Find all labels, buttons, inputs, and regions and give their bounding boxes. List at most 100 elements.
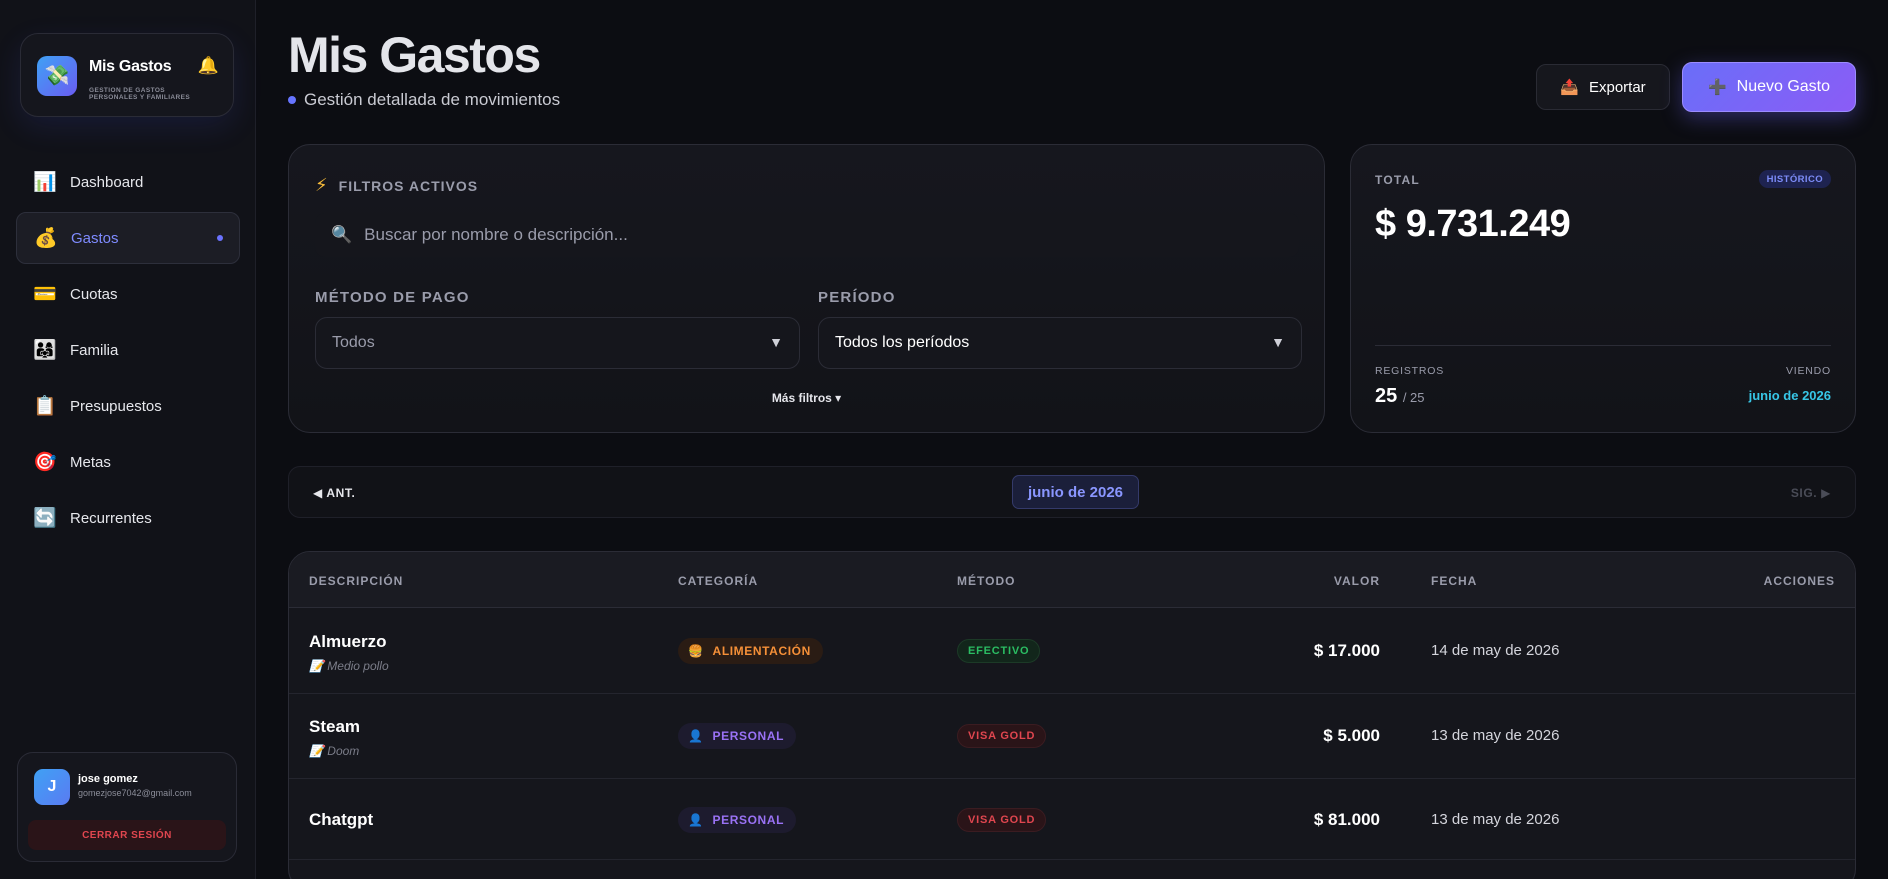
expense-note: 📝 Medio pollo bbox=[309, 659, 389, 673]
credit-card-icon: 💳 bbox=[33, 283, 57, 305]
prev-month-button[interactable]: ◀ ANT. bbox=[313, 486, 355, 500]
viewing-value: junio de 2026 bbox=[1748, 388, 1831, 403]
page-title: Mis Gastos bbox=[288, 27, 541, 83]
filters-panel: ⚡ FILTROS ACTIVOS 🔍 MÉTODO DE PAGO Todos… bbox=[288, 144, 1325, 433]
sidebar-item-label: Cuotas bbox=[70, 285, 118, 303]
expense-name: Chatgpt bbox=[309, 810, 374, 829]
burger-icon: 🍔 bbox=[688, 644, 704, 658]
sidebar-item-presupuestos[interactable]: 📋 Presupuestos bbox=[16, 380, 240, 432]
repeat-icon: 🔄 bbox=[33, 507, 57, 529]
plus-icon: ➕ bbox=[1707, 79, 1727, 96]
category-label: PERSONAL bbox=[712, 813, 785, 827]
sidebar-item-label: Recurrentes bbox=[70, 509, 152, 527]
person-icon: 👤 bbox=[688, 813, 704, 827]
method-badge: VISA GOLD bbox=[957, 808, 1047, 832]
sidebar-item-label: Metas bbox=[70, 453, 111, 471]
category-badge: 👤 PERSONAL bbox=[678, 807, 797, 833]
records-total: / 25 bbox=[1402, 390, 1425, 405]
period-select[interactable]: Todos los períodos ▼ bbox=[818, 317, 1302, 369]
period-value: Todos los períodos bbox=[835, 334, 970, 351]
sidebar-item-dashboard[interactable]: 📊 Dashboard bbox=[16, 156, 240, 208]
family-icon: 👨‍👩‍👧 bbox=[33, 339, 57, 361]
expense-name: Steam bbox=[309, 717, 361, 736]
category-label: ALIMENTACIÓN bbox=[712, 644, 811, 658]
total-value: $ 9.731.249 bbox=[1375, 203, 1571, 245]
export-button[interactable]: 📤 Exportar bbox=[1536, 64, 1670, 110]
brand-title: Mis Gastos bbox=[89, 58, 172, 75]
chart-icon: 📊 bbox=[33, 171, 57, 193]
sidebar-item-label: Gastos bbox=[71, 229, 119, 247]
avatar[interactable]: J bbox=[34, 769, 70, 805]
sidebar-item-recurrentes[interactable]: 🔄 Recurrentes bbox=[16, 492, 240, 544]
category-badge: 🍔 ALIMENTACIÓN bbox=[678, 638, 823, 664]
sidebar-item-label: Dashboard bbox=[70, 173, 144, 191]
search-box: 🔍 bbox=[315, 213, 1299, 257]
method-badge: VISA GOLD bbox=[957, 724, 1047, 748]
money-bag-icon: 💰 bbox=[34, 227, 58, 249]
outbox-icon: 📤 bbox=[1560, 79, 1579, 96]
brand-card: 💸 Mis Gastos GESTION DE GASTOS PERSONALE… bbox=[20, 33, 234, 117]
payment-method-select[interactable]: Todos ▼ bbox=[315, 317, 800, 369]
table-row[interactable]: Chatgpt 👤 PERSONAL VISA GOLD $ 81.000 13… bbox=[289, 779, 1855, 860]
expense-name: Almuerzo bbox=[309, 632, 387, 651]
sidebar: 💸 Mis Gastos GESTION DE GASTOS PERSONALE… bbox=[0, 0, 256, 879]
filters-title: ⚡ FILTROS ACTIVOS bbox=[315, 175, 478, 196]
total-card: TOTAL HISTÓRICO $ 9.731.249 REGISTROS 25… bbox=[1350, 144, 1856, 433]
expenses-table: DESCRIPCIÓN CATEGORÍA MÉTODO VALOR FECHA… bbox=[288, 551, 1856, 879]
expense-date: 13 de may de 2026 bbox=[1431, 811, 1560, 828]
sidebar-item-label: Familia bbox=[70, 341, 119, 359]
payment-method-value: Todos bbox=[332, 334, 375, 351]
sidebar-item-cuotas[interactable]: 💳 Cuotas bbox=[16, 268, 240, 320]
column-header-date[interactable]: FECHA bbox=[1431, 574, 1477, 588]
expense-value: $ 81.000 bbox=[1313, 810, 1380, 829]
brand-subtitle: GESTION DE GASTOS PERSONALES Y FAMILIARE… bbox=[89, 87, 191, 101]
user-email: gomezjose7042@gmail.com bbox=[78, 788, 192, 798]
bullet-dot bbox=[288, 96, 296, 104]
chevron-down-icon: ▼ bbox=[1271, 334, 1285, 350]
sidebar-item-metas[interactable]: 🎯 Metas bbox=[16, 436, 240, 488]
sidebar-item-familia[interactable]: 👨‍👩‍👧 Familia bbox=[16, 324, 240, 376]
lightning-icon: ⚡ bbox=[315, 175, 329, 195]
search-input[interactable] bbox=[364, 225, 1299, 245]
sidebar-item-gastos[interactable]: 💰 Gastos bbox=[16, 212, 240, 264]
column-header-value[interactable]: VALOR bbox=[1334, 574, 1380, 588]
bell-icon[interactable]: 🔔 bbox=[198, 56, 219, 76]
more-filters-button[interactable]: Más filtros ▾ bbox=[289, 391, 1324, 405]
expense-date: 14 de may de 2026 bbox=[1431, 642, 1560, 659]
viewing-label: VIENDO bbox=[1785, 365, 1831, 377]
payment-method-label: MÉTODO DE PAGO bbox=[315, 289, 470, 306]
column-header-description[interactable]: DESCRIPCIÓN bbox=[309, 574, 403, 588]
page-subtitle: Gestión detallada de movimientos bbox=[288, 90, 560, 110]
historic-badge: HISTÓRICO bbox=[1758, 170, 1831, 188]
chevron-down-icon: ▼ bbox=[769, 334, 783, 350]
expense-date: 13 de may de 2026 bbox=[1431, 727, 1560, 744]
target-icon: 🎯 bbox=[33, 451, 57, 473]
money-wings-icon: 💸 bbox=[37, 56, 77, 96]
page-subtitle-text: Gestión detallada de movimientos bbox=[304, 90, 561, 109]
current-month[interactable]: junio de 2026 bbox=[1012, 475, 1139, 509]
logout-button[interactable]: CERRAR SESIÓN bbox=[28, 820, 226, 850]
table-row[interactable]: Steam 📝 Doom 👤 PERSONAL VISA GOLD $ 5.00… bbox=[289, 694, 1855, 779]
new-expense-button[interactable]: ➕ Nuevo Gasto bbox=[1682, 62, 1856, 112]
table-row[interactable]: Almuerzo 📝 Medio pollo 🍔 ALIMENTACIÓN EF… bbox=[289, 609, 1855, 694]
search-icon: 🔍 bbox=[331, 225, 353, 244]
person-icon: 👤 bbox=[688, 729, 704, 743]
column-header-category[interactable]: CATEGORÍA bbox=[678, 574, 758, 588]
table-header: DESCRIPCIÓN CATEGORÍA MÉTODO VALOR FECHA… bbox=[289, 552, 1855, 608]
divider bbox=[1375, 345, 1831, 346]
category-badge: 👤 PERSONAL bbox=[678, 723, 797, 749]
column-header-method[interactable]: MÉTODO bbox=[957, 574, 1015, 588]
new-expense-label: Nuevo Gasto bbox=[1736, 78, 1831, 95]
records-shown: 25 bbox=[1375, 385, 1398, 407]
user-card: J jose gomez gomezjose7042@gmail.com CER… bbox=[17, 752, 237, 862]
sidebar-item-label: Presupuestos bbox=[70, 397, 162, 415]
export-label: Exportar bbox=[1588, 78, 1646, 96]
month-navigation: ◀ ANT. junio de 2026 SIG. ▶ bbox=[288, 466, 1856, 518]
records-label: REGISTROS bbox=[1375, 365, 1445, 377]
user-name: jose gomez bbox=[78, 773, 138, 785]
expense-value: $ 5.000 bbox=[1323, 726, 1380, 745]
category-label: PERSONAL bbox=[712, 729, 785, 743]
next-month-button[interactable]: SIG. ▶ bbox=[1791, 486, 1831, 500]
filters-title-text: FILTROS ACTIVOS bbox=[338, 177, 479, 194]
period-label: PERÍODO bbox=[818, 289, 896, 306]
